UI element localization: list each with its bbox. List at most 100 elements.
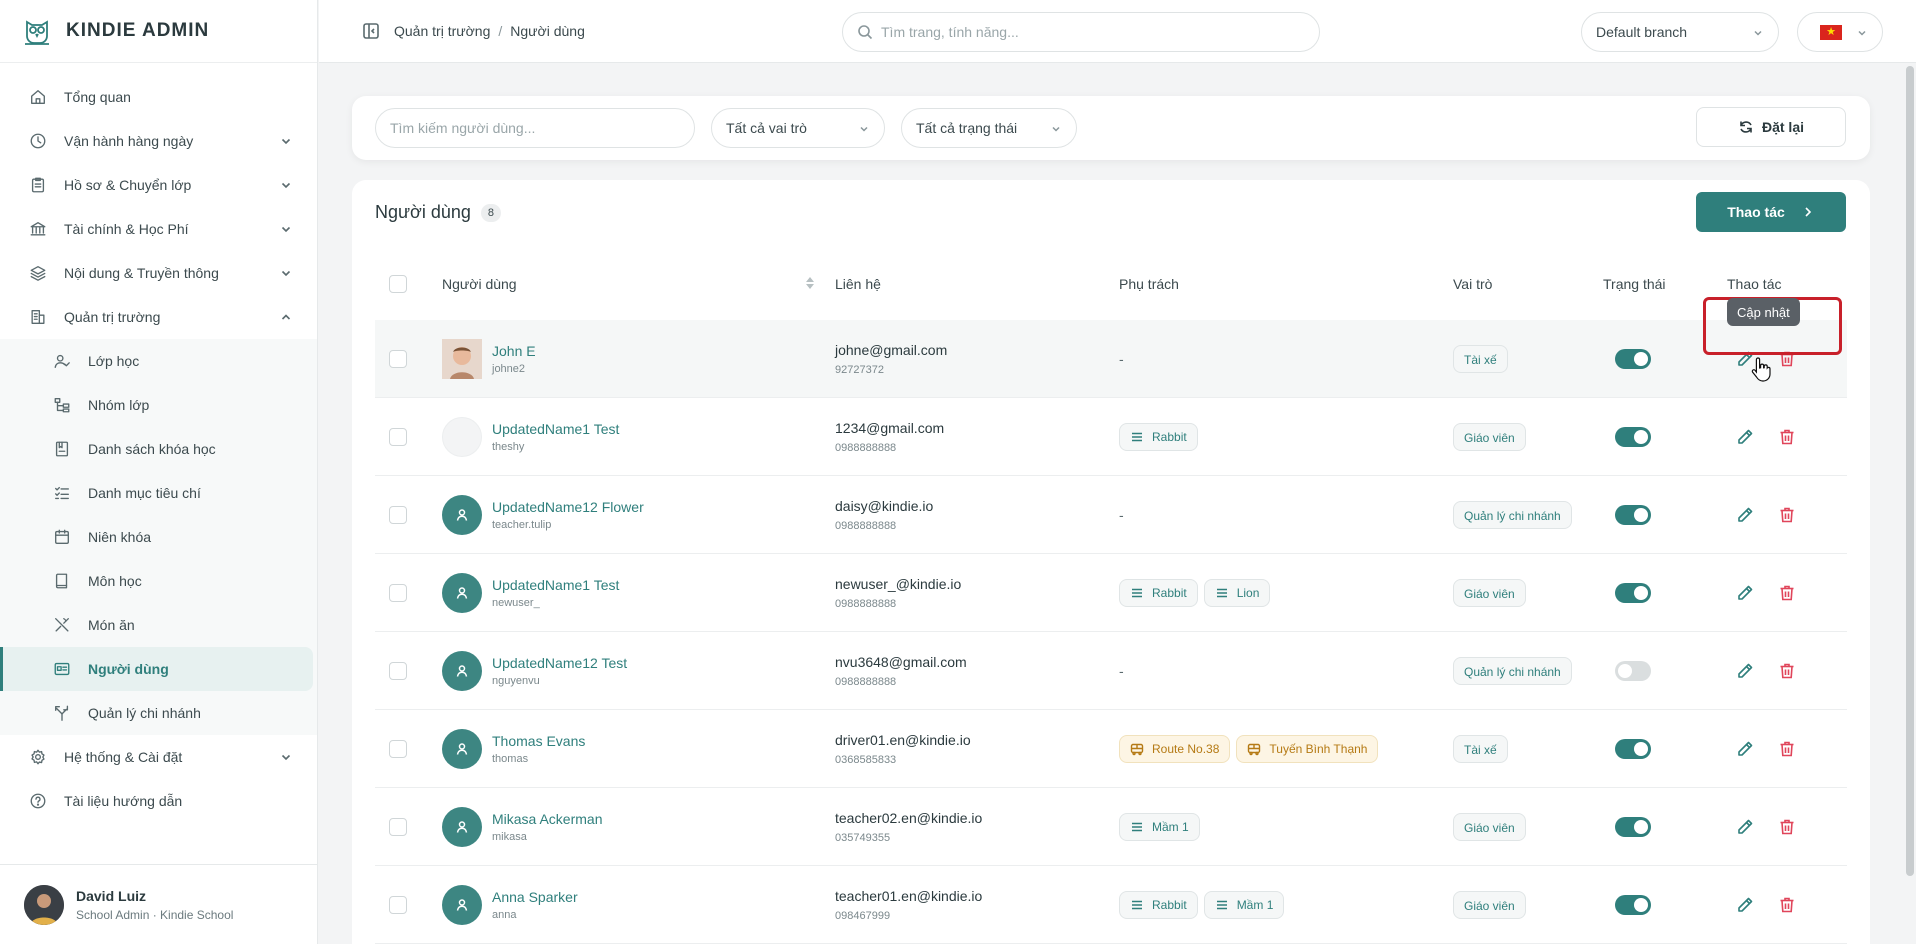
- sidebar-item[interactable]: Tổng quan: [0, 75, 317, 119]
- sidebar-item[interactable]: Hồ sơ & Chuyển lớp: [0, 163, 317, 207]
- user-info: UpdatedName1 Test newuser_: [492, 577, 619, 609]
- sidebar-item[interactable]: Người dùng: [0, 647, 313, 691]
- sidebar-item-label: Nội dung & Truyền thông: [64, 265, 219, 281]
- branch-select[interactable]: Default branch: [1581, 12, 1779, 52]
- reset-label: Đặt lại: [1761, 119, 1804, 135]
- row-checkbox[interactable]: [389, 427, 407, 446]
- user-name-link[interactable]: Mikasa Ackerman: [492, 811, 602, 827]
- clock-icon: [28, 131, 48, 151]
- column-header-user[interactable]: Người dùng: [442, 276, 517, 292]
- sidebar-item[interactable]: Quản trị trường: [0, 295, 317, 339]
- sidebar-item[interactable]: Môn học: [0, 559, 317, 603]
- status-toggle[interactable]: [1615, 348, 1651, 369]
- user-info: UpdatedName12 Flower teacher.tulip: [492, 499, 644, 531]
- reset-button[interactable]: Đặt lại: [1696, 107, 1846, 147]
- breadcrumb-parent[interactable]: Quản trị trường: [394, 23, 490, 39]
- current-user[interactable]: David Luiz School Admin · Kindie School: [0, 864, 318, 944]
- sidebar-item[interactable]: Vận hành hàng ngày: [0, 119, 317, 163]
- role-badge: Giáo viên: [1453, 422, 1526, 451]
- contact-cell: daisy@kindie.io 0988888888: [835, 498, 1119, 532]
- row-checkbox[interactable]: [389, 895, 407, 914]
- sidebar-item[interactable]: Hệ thống & Cài đặt: [0, 735, 317, 779]
- user-phone: 92727372: [835, 363, 884, 376]
- edit-icon[interactable]: [1735, 739, 1755, 759]
- role-filter-select[interactable]: Tất cả vai trò: [711, 108, 885, 148]
- edit-icon[interactable]: [1735, 661, 1755, 681]
- sidebar-item[interactable]: Tài liệu hướng dẫn: [0, 779, 317, 823]
- actions-cell: [1703, 817, 1847, 837]
- row-checkbox-cell: [375, 739, 442, 758]
- status-toggle[interactable]: [1615, 738, 1651, 759]
- status-toggle[interactable]: [1615, 816, 1651, 837]
- status-toggle[interactable]: [1615, 504, 1651, 525]
- select-all-checkbox[interactable]: [389, 275, 407, 293]
- user-name-link[interactable]: UpdatedName12 Test: [492, 655, 627, 671]
- row-checkbox[interactable]: [389, 583, 407, 602]
- logo[interactable]: KINDIE ADMIN: [0, 0, 317, 63]
- user-name-link[interactable]: UpdatedName1 Test: [492, 421, 619, 437]
- delete-icon[interactable]: [1777, 505, 1797, 525]
- user-name-link[interactable]: Anna Sparker: [492, 889, 578, 905]
- avatar: [442, 806, 482, 847]
- sidebar-item[interactable]: Món ăn: [0, 603, 317, 647]
- user-email: 1234@gmail.com: [835, 419, 945, 436]
- user-name-link[interactable]: UpdatedName12 Flower: [492, 499, 644, 515]
- user-name-link[interactable]: UpdatedName1 Test: [492, 577, 619, 593]
- status-toggle[interactable]: [1615, 582, 1651, 603]
- sidebar-item[interactable]: Lớp học: [0, 339, 317, 383]
- user-info: Thomas Evans thomas: [492, 733, 585, 765]
- user-email: teacher02.en@kindie.io: [835, 809, 983, 826]
- user-cell: Thomas Evans thomas: [442, 728, 835, 769]
- sidebar-toggle-icon[interactable]: [362, 22, 380, 40]
- language-select[interactable]: ★: [1797, 12, 1883, 52]
- edit-icon[interactable]: [1735, 895, 1755, 915]
- sidebar-item[interactable]: Tài chính & Học Phí: [0, 207, 317, 251]
- sidebar-item[interactable]: Danh sách khóa học: [0, 427, 317, 471]
- delete-icon[interactable]: [1777, 817, 1797, 837]
- row-checkbox-cell: [375, 505, 442, 524]
- row-checkbox[interactable]: [389, 817, 407, 836]
- status-toggle[interactable]: [1615, 426, 1651, 447]
- user-name-link[interactable]: John E: [492, 343, 536, 359]
- contact-cell: teacher01.en@kindie.io 098467999: [835, 888, 1119, 922]
- delete-icon[interactable]: [1777, 895, 1797, 915]
- global-search-placeholder: Tìm trang, tính năng...: [881, 24, 1019, 40]
- user-info: UpdatedName12 Test nguyenvu: [492, 655, 627, 687]
- row-checkbox[interactable]: [389, 505, 407, 524]
- status-toggle[interactable]: [1615, 894, 1651, 915]
- vertical-scrollbar[interactable]: [1906, 66, 1914, 876]
- row-checkbox[interactable]: [389, 739, 407, 758]
- class-tag: Rabbit: [1119, 422, 1198, 451]
- row-checkbox[interactable]: [389, 661, 407, 680]
- status-cell: [1603, 426, 1703, 447]
- global-search-input[interactable]: Tìm trang, tính năng...: [842, 12, 1320, 52]
- status-filter-select[interactable]: Tất cả trạng thái: [901, 108, 1077, 148]
- edit-icon[interactable]: [1735, 583, 1755, 603]
- role-cell: Tài xế: [1453, 344, 1603, 373]
- user-search-input[interactable]: Tìm kiếm người dùng...: [375, 108, 695, 148]
- row-checkbox[interactable]: [389, 349, 407, 368]
- sidebar-item[interactable]: Nội dung & Truyền thông: [0, 251, 317, 295]
- delete-icon[interactable]: [1777, 583, 1797, 603]
- delete-icon[interactable]: [1777, 427, 1797, 447]
- class-tag: Mầm 1: [1119, 812, 1200, 841]
- user-login: mikasa: [492, 830, 527, 843]
- table-row: UpdatedName12 Test nguyenvu nvu3648@gmail.…: [375, 632, 1847, 710]
- calendar-icon: [52, 527, 72, 547]
- status-toggle[interactable]: [1615, 660, 1651, 681]
- tag-label: Mầm 1: [1236, 897, 1274, 912]
- sidebar-item[interactable]: Nhóm lớp: [0, 383, 317, 427]
- bulk-actions-button[interactable]: Thao tác: [1696, 192, 1846, 232]
- sidebar-item[interactable]: Quản lý chi nhánh: [0, 691, 317, 735]
- edit-icon[interactable]: [1735, 427, 1755, 447]
- edit-icon[interactable]: [1735, 505, 1755, 525]
- sidebar-item[interactable]: Niên khóa: [0, 515, 317, 559]
- edit-icon[interactable]: [1735, 817, 1755, 837]
- search-icon: [857, 24, 873, 40]
- delete-icon[interactable]: [1777, 739, 1797, 759]
- list-title: Người dùng: [375, 202, 471, 222]
- sort-icon[interactable]: [805, 276, 815, 293]
- sidebar-item[interactable]: Danh mục tiêu chí: [0, 471, 317, 515]
- user-name-link[interactable]: Thomas Evans: [492, 733, 585, 749]
- delete-icon[interactable]: [1777, 661, 1797, 681]
